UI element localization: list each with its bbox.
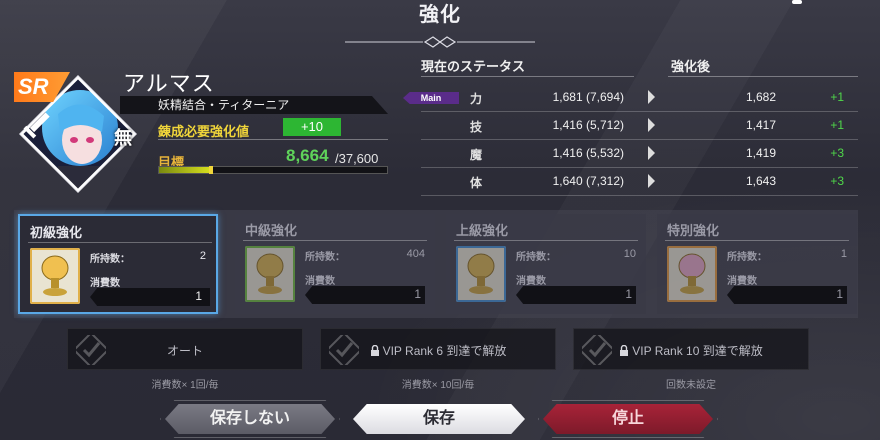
divider <box>665 240 849 241</box>
required-enhance-label: 錬成必要強化値 <box>158 124 250 139</box>
character-type: 妖精結合・ティターニア <box>120 96 388 114</box>
consume-value: 1 <box>836 287 843 301</box>
option-label-text: VIP Rank 10 到達で解放 <box>632 344 763 358</box>
consume-value: 1 <box>625 287 632 301</box>
chalice-icon <box>30 248 80 304</box>
target-progress-bar <box>158 166 388 174</box>
status-row: 体 1,640 (7,312) 1,643 +3 <box>400 168 860 196</box>
page-title: 強化 <box>419 4 461 26</box>
stat-after: 1,419 <box>745 146 776 160</box>
consume-label: 消費数 <box>305 276 335 287</box>
enhance-item-icon <box>245 246 295 302</box>
title-ornament <box>345 36 535 48</box>
divider <box>421 195 858 196</box>
enhance-card-advanced[interactable]: 上級強化 所持数： 10 消費数 1 <box>446 214 646 314</box>
arrow-right-icon <box>648 118 655 132</box>
chalice-icon <box>456 246 506 302</box>
status-row: 魔 1,416 (5,532) 1,419 +3 <box>400 140 860 168</box>
stop-button[interactable]: 停止 <box>543 404 713 434</box>
stat-after: 1,682 <box>745 90 776 104</box>
divider <box>668 76 858 77</box>
consume-field[interactable] <box>305 286 425 304</box>
stat-name: 体 <box>470 176 483 190</box>
consume-label: 消費数 <box>516 276 546 287</box>
enhance-item-icon <box>456 246 506 302</box>
option-sub: 消費数× 10回/毎 <box>401 380 475 391</box>
stat-name: 力 <box>470 92 483 106</box>
stat-current: 1,416 (5,532) <box>552 146 624 160</box>
consume-label: 消費数 <box>90 278 120 289</box>
owned-label: 所持数： <box>516 252 556 263</box>
stat-delta: +3 <box>830 174 844 188</box>
owned-value: 1 <box>840 248 847 260</box>
stat-current: 1,640 (7,312) <box>552 174 624 188</box>
target-max: /37,600 <box>335 151 379 166</box>
consume-field[interactable] <box>727 286 847 304</box>
stat-delta: +3 <box>830 146 844 160</box>
consume-field[interactable] <box>90 288 210 306</box>
status-row: 力 1,681 (7,694) 1,682 +1 <box>400 84 860 112</box>
progress-marker <box>209 166 214 174</box>
status-pin <box>792 0 802 4</box>
owned-label: 所持数： <box>305 252 345 263</box>
consume-value: 1 <box>195 289 202 303</box>
enhance-card-special[interactable]: 特別強化 所持数： 1 消費数 1 <box>657 214 857 314</box>
option-label: VIP Rank 6 到達で解放 <box>321 342 555 359</box>
character-name: アルマス <box>123 71 215 96</box>
stat-current: 1,416 (5,712) <box>552 118 624 132</box>
consume-field[interactable] <box>516 286 636 304</box>
owned-label: 所持数： <box>727 252 767 263</box>
card-title: 初級強化 <box>30 225 83 240</box>
option-sub: 回数未設定 <box>666 380 716 391</box>
consume-value: 1 <box>414 287 421 301</box>
auto-toggle[interactable]: オート <box>67 328 303 370</box>
arrow-right-icon <box>648 90 655 104</box>
option-sub: 消費数× 1回/毎 <box>151 380 219 391</box>
after-status-header: 強化後 <box>671 59 711 74</box>
divider <box>243 240 427 241</box>
enhance-item-icon <box>667 246 717 302</box>
card-title: 中級強化 <box>245 223 298 238</box>
stat-after: 1,417 <box>745 118 776 132</box>
enhance-item-icon <box>30 248 80 304</box>
card-title: 特別強化 <box>667 223 720 238</box>
owned-value: 10 <box>623 248 636 260</box>
owned-value: 404 <box>406 248 425 260</box>
chalice-icon <box>245 246 295 302</box>
divider <box>158 139 388 140</box>
stat-name: 技 <box>470 120 483 134</box>
progress-fill <box>159 167 212 173</box>
no-save-button[interactable]: 保存しない <box>165 404 335 434</box>
enhance-card-intermediate[interactable]: 中級強化 所持数： 404 消費数 1 <box>235 214 435 314</box>
status-row: 技 1,416 (5,712) 1,417 +1 <box>400 112 860 140</box>
card-title: 上級強化 <box>456 223 509 238</box>
divider <box>28 242 212 243</box>
save-button[interactable]: 保存 <box>353 404 525 434</box>
owned-label: 所持数： <box>90 254 130 265</box>
vip10-toggle[interactable]: VIP Rank 10 到達で解放 <box>573 328 809 370</box>
lock-icon <box>620 345 629 356</box>
stat-current: 1,681 (7,694) <box>552 90 624 104</box>
target-current: 8,664 <box>286 146 329 165</box>
enhance-card-basic[interactable]: 初級強化 所持数： 2 消費数 1 <box>18 214 218 314</box>
vip6-toggle[interactable]: VIP Rank 6 到達で解放 <box>320 328 556 370</box>
divider <box>454 240 638 241</box>
stat-delta: +1 <box>830 118 844 132</box>
stat-after: 1,643 <box>745 174 776 188</box>
chalice-icon <box>667 246 717 302</box>
lock-icon <box>370 345 379 356</box>
divider <box>421 76 634 77</box>
current-status-header: 現在のステータス <box>421 59 526 74</box>
stat-name: 魔 <box>470 148 483 162</box>
element-glyph: 無 <box>114 128 132 148</box>
stat-delta: +1 <box>830 90 844 104</box>
arrow-right-icon <box>648 174 655 188</box>
consume-label: 消費数 <box>727 276 757 287</box>
owned-value: 2 <box>199 250 206 262</box>
option-label: VIP Rank 10 到達で解放 <box>574 342 808 359</box>
arrow-right-icon <box>648 146 655 160</box>
option-label-text: VIP Rank 6 到達で解放 <box>382 344 507 358</box>
required-enhance-value: +10 <box>283 118 341 136</box>
option-label: オート <box>166 344 203 358</box>
